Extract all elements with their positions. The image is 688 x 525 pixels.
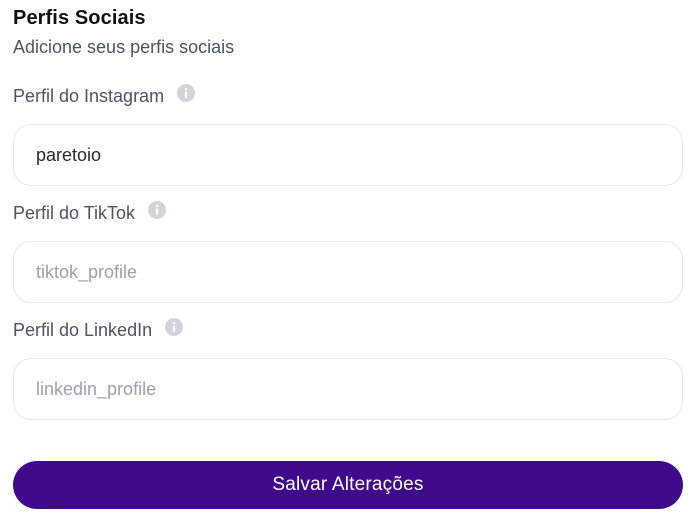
tiktok-label: Perfil do TikTok bbox=[13, 203, 136, 223]
section-subtitle: Adicione seus perfis sociais bbox=[13, 37, 235, 57]
instagram-input[interactable] bbox=[13, 124, 683, 186]
social-profiles-form: Perfis Sociais Adicione seus perfis soci… bbox=[0, 0, 688, 525]
info-icon[interactable] bbox=[148, 200, 167, 219]
save-button[interactable]: Salvar Alterações bbox=[13, 461, 683, 509]
instagram-label-row: Perfil do Instagram bbox=[13, 83, 196, 107]
info-icon[interactable] bbox=[177, 83, 196, 102]
instagram-label: Perfil do Instagram bbox=[13, 86, 165, 106]
linkedin-input[interactable] bbox=[13, 358, 683, 420]
linkedin-label-row: Perfil do LinkedIn bbox=[13, 317, 184, 341]
tiktok-label-row: Perfil do TikTok bbox=[13, 200, 167, 224]
tiktok-input[interactable] bbox=[13, 241, 683, 303]
section-title: Perfis Sociais bbox=[13, 7, 146, 29]
info-icon[interactable] bbox=[165, 317, 184, 336]
linkedin-label: Perfil do LinkedIn bbox=[13, 320, 153, 340]
